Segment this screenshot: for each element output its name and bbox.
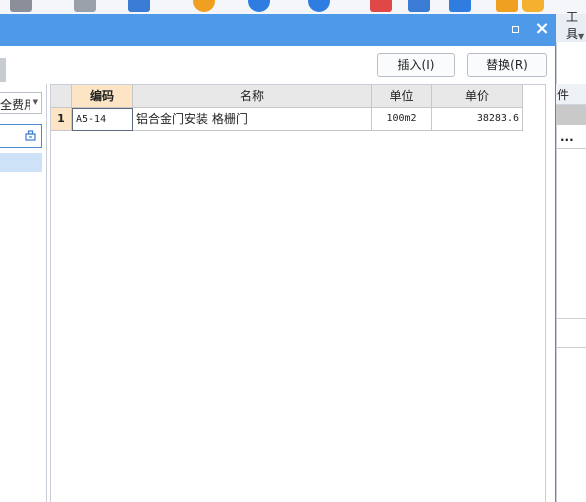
row-number[interactable]: 1 bbox=[51, 108, 72, 131]
table-corner bbox=[51, 85, 72, 108]
insert-button[interactable]: 插入(I) bbox=[377, 53, 455, 77]
tablet-icon[interactable] bbox=[74, 0, 96, 12]
maximize-button[interactable] bbox=[508, 22, 524, 38]
cell-price[interactable]: 38283.6 bbox=[432, 108, 523, 131]
column-header-name[interactable]: 名称 bbox=[133, 85, 372, 108]
grid-icon[interactable] bbox=[10, 0, 32, 12]
check-icon[interactable] bbox=[370, 0, 392, 12]
divider bbox=[556, 318, 586, 319]
quota-table: 编码 名称 单位 单价 1 A5-14 铝合金门安装 格栅门 100m2 382… bbox=[50, 84, 546, 502]
cell-unit[interactable]: 100m2 bbox=[372, 108, 432, 131]
search-icon[interactable] bbox=[25, 130, 36, 141]
filter-panel: 全费用 ▼ bbox=[0, 84, 47, 502]
fee-type-select[interactable]: 全费用 ▼ bbox=[0, 92, 42, 114]
search-input[interactable] bbox=[0, 124, 42, 148]
maximize-icon bbox=[512, 26, 519, 33]
column-header-unit[interactable]: 单位 bbox=[372, 85, 432, 108]
tab-stub[interactable] bbox=[0, 58, 6, 82]
list-icon[interactable] bbox=[128, 0, 150, 12]
refresh-coin-icon[interactable] bbox=[193, 0, 215, 12]
selected-tree-item[interactable] bbox=[0, 153, 42, 172]
column-header-price[interactable]: 单价 bbox=[432, 85, 523, 108]
dialog-titlebar[interactable]: × bbox=[0, 14, 556, 46]
chevron-down-icon[interactable]: ▼ bbox=[578, 32, 584, 41]
column-header-code[interactable]: 编码 bbox=[72, 85, 133, 108]
mode-icon[interactable] bbox=[248, 0, 270, 12]
link-icon[interactable] bbox=[408, 0, 430, 12]
main-toolbar bbox=[0, 0, 586, 14]
divider bbox=[556, 148, 586, 149]
fee-icon[interactable] bbox=[308, 0, 330, 12]
cell-code[interactable]: A5-14 bbox=[72, 108, 133, 131]
tree-icon[interactable] bbox=[449, 0, 471, 12]
quota-replace-dialog: × 插入(I) 替换(R) 全费用 ▼ 编码 名称 单位 单价 1 A5-14 … bbox=[0, 14, 556, 502]
chevron-down-icon: ▼ bbox=[32, 98, 38, 106]
close-button[interactable]: × bbox=[534, 20, 550, 38]
cell-name[interactable]: 铝合金门安装 格栅门 bbox=[133, 108, 372, 131]
fee-type-select-value: 全费用 bbox=[0, 98, 30, 112]
box-icon[interactable] bbox=[522, 0, 544, 12]
replace-button[interactable]: 替换(R) bbox=[467, 53, 547, 77]
ellipsis-button[interactable]: ... bbox=[560, 130, 574, 144]
divider bbox=[556, 347, 586, 348]
background-row-selected bbox=[556, 105, 586, 125]
bracket-icon[interactable] bbox=[496, 0, 518, 12]
background-header-text: 件 bbox=[557, 88, 570, 102]
